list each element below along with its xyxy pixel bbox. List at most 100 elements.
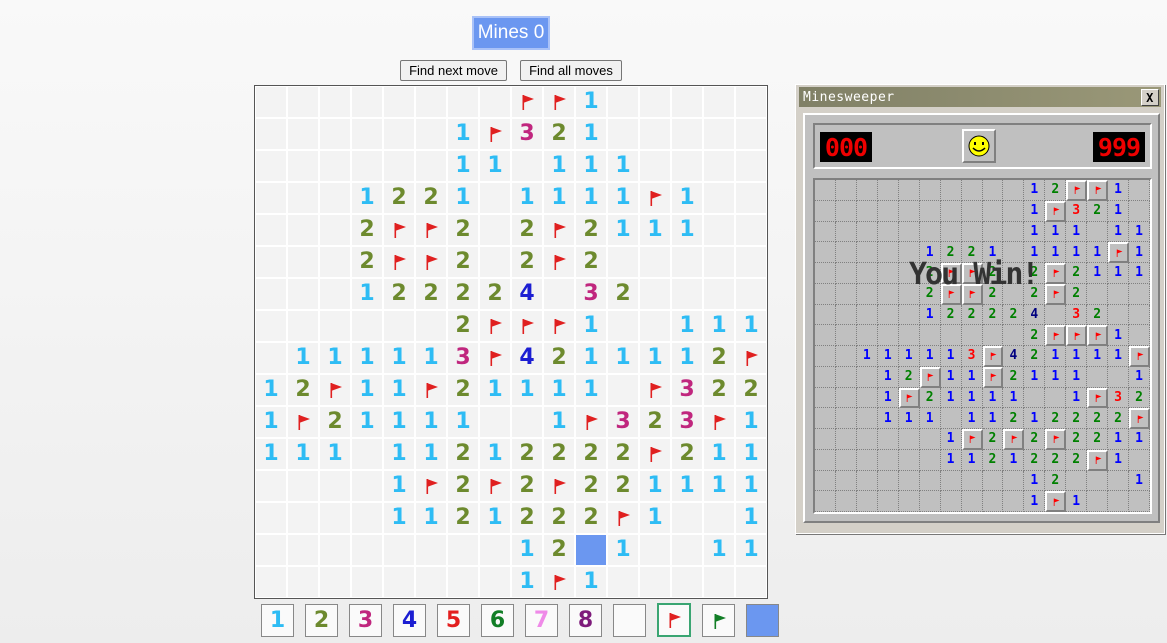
- board-cell[interactable]: [704, 279, 734, 309]
- classic-number-cell[interactable]: 1: [1129, 263, 1150, 284]
- number-cell[interactable]: 1: [672, 471, 702, 501]
- number-cell[interactable]: 1: [384, 407, 414, 437]
- number-cell[interactable]: 1: [512, 183, 542, 213]
- classic-cell[interactable]: [919, 429, 941, 450]
- classic-flag-cell[interactable]: [982, 366, 1004, 388]
- classic-number-cell[interactable]: 3: [1108, 387, 1130, 409]
- classic-cell[interactable]: [877, 180, 899, 201]
- classic-number-cell[interactable]: 1: [1003, 449, 1025, 471]
- flagged-cell[interactable]: [640, 439, 670, 469]
- number-cell[interactable]: 1: [576, 567, 606, 597]
- number-cell[interactable]: 1: [480, 151, 510, 181]
- board-cell[interactable]: [384, 87, 414, 117]
- classic-cell[interactable]: [919, 221, 941, 243]
- board-cell[interactable]: [288, 247, 318, 277]
- classic-cell[interactable]: [898, 470, 920, 492]
- classic-flag-cell[interactable]: [1129, 346, 1150, 367]
- number-cell[interactable]: 2: [544, 119, 574, 149]
- classic-cell[interactable]: [982, 221, 1004, 243]
- board-cell[interactable]: [640, 535, 670, 565]
- classic-cell[interactable]: [856, 325, 878, 346]
- classic-number-cell[interactable]: 3: [1066, 200, 1088, 222]
- flagged-cell[interactable]: [480, 471, 510, 501]
- flagged-cell[interactable]: [640, 183, 670, 213]
- board-cell[interactable]: [256, 503, 286, 533]
- classic-cell[interactable]: [856, 408, 878, 429]
- number-cell[interactable]: 1: [672, 215, 702, 245]
- board-cell[interactable]: [704, 151, 734, 181]
- classic-number-cell[interactable]: 1: [1108, 200, 1130, 222]
- classic-cell[interactable]: [815, 449, 836, 471]
- number-cell[interactable]: 2: [480, 279, 510, 309]
- board-cell[interactable]: [704, 87, 734, 117]
- classic-cell[interactable]: [1108, 491, 1130, 512]
- window-titlebar[interactable]: Minesweeper X: [799, 87, 1161, 107]
- classic-number-cell[interactable]: 1: [1024, 221, 1046, 243]
- number-cell[interactable]: 1: [640, 215, 670, 245]
- classic-cell[interactable]: [877, 221, 899, 243]
- board-cell[interactable]: [320, 183, 350, 213]
- classic-number-cell[interactable]: 2: [1024, 429, 1046, 450]
- classic-cell[interactable]: [877, 200, 899, 222]
- board-cell[interactable]: [640, 87, 670, 117]
- classic-cell[interactable]: [835, 200, 857, 222]
- find-all-moves-button[interactable]: Find all moves: [520, 60, 622, 81]
- classic-number-cell[interactable]: 1: [1108, 449, 1130, 471]
- classic-cell[interactable]: [815, 242, 836, 263]
- board-cell[interactable]: [320, 151, 350, 181]
- classic-flag-cell[interactable]: [1045, 263, 1067, 284]
- number-cell[interactable]: 1: [640, 343, 670, 373]
- flagged-cell[interactable]: [416, 215, 446, 245]
- number-cell[interactable]: 1: [736, 471, 766, 501]
- board-cell[interactable]: [704, 503, 734, 533]
- classic-cell[interactable]: [1045, 387, 1067, 409]
- classic-number-cell[interactable]: 1: [1108, 325, 1130, 346]
- board-cell[interactable]: [256, 215, 286, 245]
- number-cell[interactable]: 1: [576, 375, 606, 405]
- palette-number-6[interactable]: 6: [481, 604, 514, 637]
- number-cell[interactable]: 2: [576, 215, 606, 245]
- flagged-cell[interactable]: [320, 375, 350, 405]
- classic-number-cell[interactable]: 1: [877, 366, 899, 388]
- classic-cell[interactable]: [835, 429, 857, 450]
- board-cell[interactable]: [320, 535, 350, 565]
- number-cell[interactable]: 2: [608, 471, 638, 501]
- classic-cell[interactable]: [815, 180, 836, 201]
- classic-cell[interactable]: [856, 200, 878, 222]
- classic-cell[interactable]: [940, 200, 962, 222]
- board-cell[interactable]: [448, 535, 478, 565]
- classic-number-cell[interactable]: 2: [1129, 387, 1150, 409]
- flagged-cell[interactable]: [384, 247, 414, 277]
- board-cell[interactable]: [736, 119, 766, 149]
- classic-number-cell[interactable]: 2: [1024, 346, 1046, 367]
- board-cell[interactable]: [256, 535, 286, 565]
- number-cell[interactable]: 1: [416, 407, 446, 437]
- flagged-cell[interactable]: [416, 375, 446, 405]
- board-cell[interactable]: [608, 311, 638, 341]
- board-cell[interactable]: [608, 119, 638, 149]
- number-cell[interactable]: 1: [512, 535, 542, 565]
- number-cell[interactable]: 2: [352, 215, 382, 245]
- classic-number-cell[interactable]: 4: [1003, 346, 1025, 367]
- classic-number-cell[interactable]: 1: [1024, 180, 1046, 201]
- classic-cell[interactable]: [898, 304, 920, 326]
- classic-cell[interactable]: [1003, 200, 1025, 222]
- board-cell[interactable]: [288, 471, 318, 501]
- board-cell[interactable]: [672, 151, 702, 181]
- number-cell[interactable]: 2: [704, 343, 734, 373]
- classic-cell[interactable]: [856, 470, 878, 492]
- number-cell[interactable]: 1: [288, 439, 318, 469]
- board-cell[interactable]: [288, 279, 318, 309]
- number-cell[interactable]: 2: [288, 375, 318, 405]
- classic-number-cell[interactable]: 1: [856, 346, 878, 367]
- number-cell[interactable]: 1: [544, 407, 574, 437]
- classic-cell[interactable]: [856, 491, 878, 512]
- board-cell[interactable]: [704, 567, 734, 597]
- classic-number-cell[interactable]: 1: [1066, 242, 1088, 263]
- flagged-cell[interactable]: [640, 375, 670, 405]
- classic-number-cell[interactable]: 2: [1003, 408, 1025, 429]
- number-cell[interactable]: 1: [576, 119, 606, 149]
- classic-cell[interactable]: [877, 263, 899, 284]
- classic-cell[interactable]: [835, 346, 857, 367]
- number-cell[interactable]: 2: [448, 471, 478, 501]
